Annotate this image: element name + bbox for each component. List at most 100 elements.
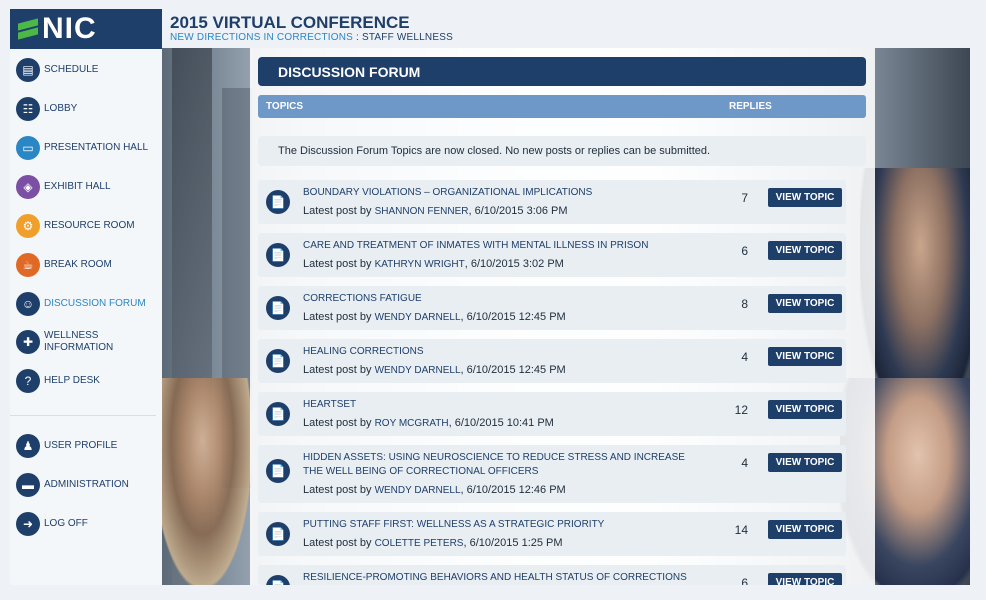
view-topic-button[interactable]: VIEW TOPIC [768,188,842,207]
topic-title[interactable]: BOUNDARY VIOLATIONS – ORGANIZATIONAL IMP… [303,186,703,200]
reply-count: 8 [741,297,748,311]
reply-count: 6 [741,244,748,258]
topic-row: 📄 BOUNDARY VIOLATIONS – ORGANIZATIONAL I… [258,180,846,224]
column-header: TOPICS REPLIES [258,95,866,118]
topic-author[interactable]: SHANNON FENNER [375,206,469,217]
laptop-icon: ▬ [16,473,40,497]
sidebar-item-label: PRESENTATION HALL [44,142,149,153]
reply-count: 14 [734,523,748,537]
view-topic-button[interactable]: VIEW TOPIC [768,573,842,585]
sidebar-item-label: LOBBY [44,103,78,114]
desk-icon: ☷ [16,97,40,121]
sidebar-item-label: BREAK ROOM [44,259,112,270]
topic-row: 📄 CORRECTIONS FATIGUE Latest post by WEN… [258,286,846,330]
user-icon: ♟ [16,434,40,458]
column-replies: REPLIES [729,101,772,112]
nic-logo[interactable]: NIC [10,9,162,49]
topic-title[interactable]: HEALING CORRECTIONS [303,345,703,359]
subtitle-accent[interactable]: NEW DIRECTIONS IN CORRECTIONS [170,32,353,43]
document-search-icon: 📄 [266,296,290,320]
latest-prefix: Latest post by [303,311,372,323]
topic-meta: Latest post by WENDY DARNELL, 6/10/2015 … [303,484,566,496]
reply-count: 4 [741,456,748,470]
sidebar-item-log-off[interactable]: ➜ LOG OFF [16,512,162,536]
sidebar-item-break-room[interactable]: ☕ BREAK ROOM [16,253,162,277]
document-search-icon: 📄 [266,575,290,585]
topic-date: , 6/10/2015 3:06 PM [468,205,568,217]
topic-meta: Latest post by KATHRYN WRIGHT, 6/10/2015… [303,258,564,270]
latest-prefix: Latest post by [303,364,372,376]
background-person [162,378,252,585]
topic-author[interactable]: WENDY DARNELL [375,365,461,376]
sidebar-item-discussion-forum[interactable]: ☺ DISCUSSION FORUM [16,292,162,316]
topic-title[interactable]: PUTTING STAFF FIRST: WELLNESS AS A STRAT… [303,518,703,532]
document-search-icon: 📄 [266,459,290,483]
topic-row: 📄 CARE AND TREATMENT OF INMATES WITH MEN… [258,233,846,277]
document-search-icon: 📄 [266,522,290,546]
topic-title[interactable]: CARE AND TREATMENT OF INMATES WITH MENTA… [303,239,703,253]
topic-title[interactable]: CORRECTIONS FATIGUE [303,292,703,306]
subtitle-separator: : [353,32,362,43]
closed-notice: The Discussion Forum Topics are now clos… [258,136,866,166]
topic-author[interactable]: COLETTE PETERS [375,538,464,549]
sidebar-item-label: ADMINISTRATION [44,479,129,490]
sidebar-item-presentation-hall[interactable]: ▭ PRESENTATION HALL [16,136,162,160]
forum-panel: DISCUSSION FORUM TOPICS REPLIES The Disc… [250,48,875,585]
forum-heading: DISCUSSION FORUM [258,57,866,86]
topic-meta: Latest post by WENDY DARNELL, 6/10/2015 … [303,311,566,323]
topic-title[interactable]: HEARTSET [303,398,703,412]
conference-title: 2015 VIRTUAL CONFERENCE [170,13,410,32]
sidebar-item-label: DISCUSSION FORUM [44,298,146,309]
topic-meta: Latest post by SHANNON FENNER, 6/10/2015… [303,205,568,217]
sidebar-divider [10,415,156,416]
gear-icon: ⚙ [16,214,40,238]
topic-date: , 6/10/2015 12:45 PM [460,311,566,323]
topic-title[interactable]: HIDDEN ASSETS: USING NEUROSCIENCE TO RED… [303,451,703,479]
view-topic-button[interactable]: VIEW TOPIC [768,400,842,419]
subtitle-rest: STAFF WELLNESS [361,32,453,43]
column-topics: TOPICS [266,101,304,112]
view-topic-button[interactable]: VIEW TOPIC [768,294,842,313]
reply-count: 4 [741,350,748,364]
topic-author[interactable]: KATHRYN WRIGHT [375,259,465,270]
sidebar-item-label: WELLNESS INFORMATION [44,330,114,353]
sidebar-item-help-desk[interactable]: ? HELP DESK [16,369,162,393]
topic-date: , 6/10/2015 1:25 PM [463,537,563,549]
presentation-icon: ▭ [16,136,40,160]
document-search-icon: 📄 [266,402,290,426]
sidebar-item-schedule[interactable]: ▤ SCHEDULE [16,58,162,82]
reply-count: 7 [741,191,748,205]
cube-icon: ◈ [16,175,40,199]
view-topic-button[interactable]: VIEW TOPIC [768,347,842,366]
sidebar: ▤ SCHEDULE ☷ LOBBY ▭ PRESENTATION HALL ◈… [10,49,162,585]
topic-author[interactable]: WENDY DARNELL [375,312,461,323]
topic-author[interactable]: ROY MCGRATH [375,418,449,429]
topic-row: 📄 HIDDEN ASSETS: USING NEUROSCIENCE TO R… [258,445,846,503]
latest-prefix: Latest post by [303,417,372,429]
topic-author[interactable]: WENDY DARNELL [375,485,461,496]
view-topic-button[interactable]: VIEW TOPIC [768,520,842,539]
sidebar-item-label: SCHEDULE [44,64,99,75]
topic-meta: Latest post by WENDY DARNELL, 6/10/2015 … [303,364,566,376]
sidebar-item-exhibit-hall[interactable]: ◈ EXHIBIT HALL [16,175,162,199]
latest-prefix: Latest post by [303,537,372,549]
view-topic-button[interactable]: VIEW TOPIC [768,241,842,260]
people-icon: ☺ [16,292,40,316]
sidebar-item-resource-room[interactable]: ⚙ RESOURCE ROOM [16,214,162,238]
topic-title[interactable]: RESILIENCE-PROMOTING BEHAVIORS AND HEALT… [303,571,703,585]
topic-date: , 6/10/2015 12:45 PM [460,364,566,376]
sidebar-item-label: LOG OFF [44,518,88,529]
coffee-icon: ☕ [16,253,40,277]
view-topic-button[interactable]: VIEW TOPIC [768,453,842,472]
medical-cross-icon: ✚ [16,330,40,354]
sidebar-item-wellness-information[interactable]: ✚ WELLNESS INFORMATION [16,330,162,354]
topic-date: , 6/10/2015 12:46 PM [460,484,566,496]
sidebar-item-label: RESOURCE ROOM [44,220,135,231]
sidebar-item-lobby[interactable]: ☷ LOBBY [16,97,162,121]
latest-prefix: Latest post by [303,484,372,496]
topic-row: 📄 PUTTING STAFF FIRST: WELLNESS AS A STR… [258,512,846,556]
topic-row: 📄 RESILIENCE-PROMOTING BEHAVIORS AND HEA… [258,565,846,585]
sidebar-item-administration[interactable]: ▬ ADMINISTRATION [16,473,162,497]
calendar-clock-icon: ▤ [16,58,40,82]
sidebar-item-user-profile[interactable]: ♟ USER PROFILE [16,434,162,458]
